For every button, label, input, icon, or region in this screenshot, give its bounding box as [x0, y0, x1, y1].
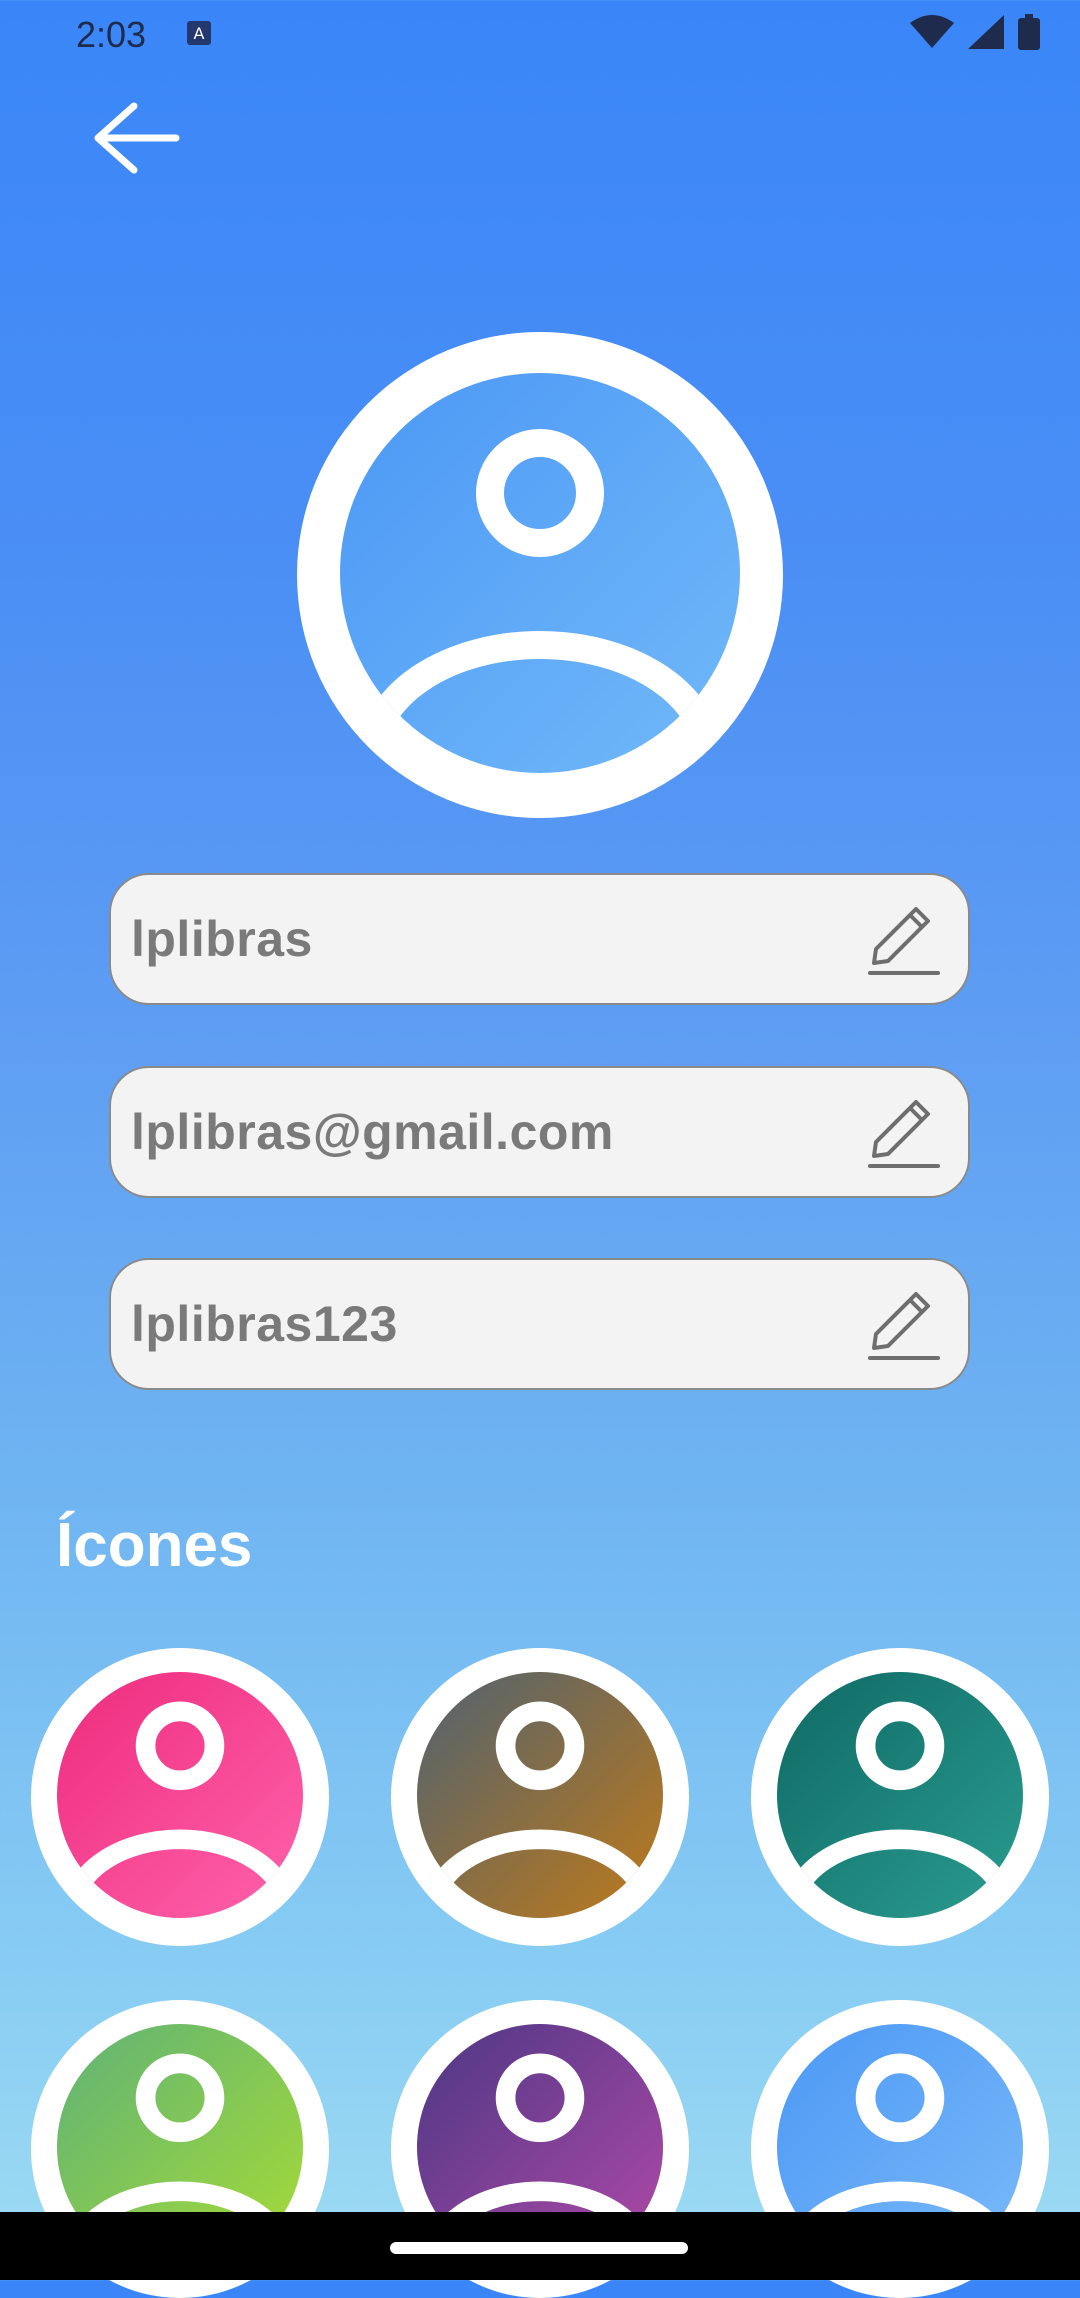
email-field[interactable]: lplibras@gmail.com [109, 1066, 970, 1198]
password-field[interactable]: lplibras123 [109, 1258, 970, 1390]
icon-option-pink[interactable] [31, 1648, 329, 1946]
back-button[interactable] [88, 94, 184, 190]
profile-avatar[interactable] [297, 332, 783, 818]
icons-section-title: Ícones [56, 1511, 253, 1580]
email-value: lplibras@gmail.com [131, 1104, 614, 1160]
icon-option-teal[interactable] [751, 1648, 1049, 1946]
home-indicator[interactable] [390, 2242, 688, 2254]
user-avatar-icon [777, 1671, 1023, 1923]
icon-option-olive-orange[interactable] [391, 1648, 689, 1946]
edit-email-pencil-icon[interactable] [864, 1092, 944, 1172]
edit-password-pencil-icon[interactable] [864, 1284, 944, 1364]
user-avatar-icon [417, 1671, 663, 1923]
status-bar: 2:03 A [0, 0, 1080, 70]
edit-username-pencil-icon[interactable] [864, 899, 944, 979]
battery-icon [1018, 14, 1040, 55]
svg-text:A: A [194, 24, 205, 43]
keyboard-a-icon: A [186, 20, 212, 51]
user-avatar-icon [340, 372, 740, 778]
signal-icon [968, 15, 1004, 54]
wifi-icon [910, 15, 954, 54]
password-value: lplibras123 [131, 1296, 398, 1352]
username-value: lplibras [131, 911, 313, 967]
status-time: 2:03 [76, 14, 147, 55]
navigation-bar [0, 2212, 1080, 2280]
user-avatar-icon [57, 1671, 303, 1923]
username-field[interactable]: lplibras [109, 873, 970, 1005]
arrow-back-icon [88, 102, 184, 194]
